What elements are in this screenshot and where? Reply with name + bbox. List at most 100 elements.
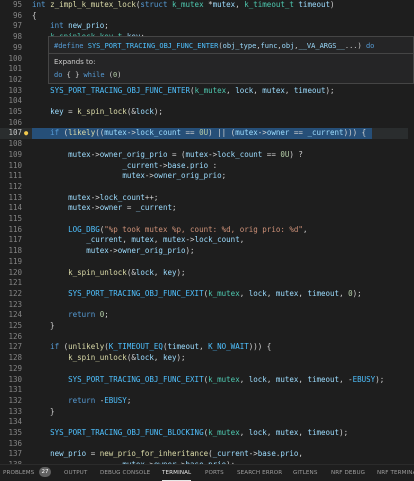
line-number: 120 xyxy=(8,267,22,277)
code-line[interactable]: 111 mutex->owner_orig_prio; xyxy=(0,171,414,182)
code-line[interactable]: 134 xyxy=(0,417,414,428)
tab-terminal[interactable]: TERMINAL xyxy=(162,468,192,481)
line-code: if (likely((mutex->lock_count == 0U) || … xyxy=(50,128,367,138)
line-code: SYS_PORT_TRACING_OBJ_FUNC_EXIT(k_mutex, … xyxy=(68,374,385,384)
line-code: } xyxy=(32,321,55,330)
line-number: 106 xyxy=(8,117,22,127)
code-line[interactable]: 136 xyxy=(0,439,414,450)
line-number: 103 xyxy=(8,85,22,95)
line-code: { xyxy=(32,10,37,20)
line-number: 102 xyxy=(8,74,22,84)
line-number: 97 xyxy=(12,21,22,31)
line-number: 100 xyxy=(8,53,22,63)
line-number: 125 xyxy=(8,321,22,330)
line-number: 108 xyxy=(8,139,22,149)
line-number: 118 xyxy=(8,246,22,256)
line-number: 127 xyxy=(8,342,22,352)
tab-ports[interactable]: PORTS xyxy=(205,468,224,478)
code-line[interactable]: 125 } xyxy=(0,321,414,332)
hover-signature: #define SYS_PORT_TRACING_OBJ_FUNC_ENTER(… xyxy=(54,42,375,50)
code-line[interactable]: 122 SYS_PORT_TRACING_OBJ_FUNC_EXIT(k_mut… xyxy=(0,289,414,300)
line-number: 96 xyxy=(12,10,22,20)
code-line[interactable]: 133 } xyxy=(0,407,414,418)
tab-nrf-debug[interactable]: NRF DEBUG xyxy=(331,468,365,478)
line-code: key = k_spin_lock(&lock); xyxy=(50,107,163,116)
code-line[interactable]: 97 int new_prio; xyxy=(0,21,414,32)
code-line[interactable]: 127 if (unlikely(K_TIMEOUT_EQ(timeout, K… xyxy=(0,342,414,353)
line-code: } xyxy=(32,406,55,416)
hover-divider xyxy=(49,53,414,54)
line-number: 128 xyxy=(8,353,22,363)
line-number: 109 xyxy=(8,149,22,159)
tab-gitlens[interactable]: GITLENS xyxy=(293,468,318,478)
tab-problems[interactable]: PROBLEMS xyxy=(3,468,34,478)
line-number: 126 xyxy=(8,331,22,341)
line-code: int new_prio; xyxy=(50,21,109,31)
code-line[interactable]: 117 _current, mutex, mutex->lock_count, xyxy=(0,235,414,246)
line-number: 136 xyxy=(8,438,22,448)
line-code: mutex->lock_count++; xyxy=(68,192,159,202)
code-line[interactable]: 126 xyxy=(0,332,414,343)
code-line[interactable]: 129 xyxy=(0,364,414,375)
code-line[interactable]: 132 return -EBUSY; xyxy=(0,396,414,407)
tab-debug-console[interactable]: DEBUG CONSOLE xyxy=(100,468,150,478)
tab-search-error[interactable]: SEARCH ERROR xyxy=(237,468,282,478)
line-code: k_spin_unlock(&lock, key); xyxy=(68,353,186,363)
hover-expansion: do { } while (0) xyxy=(54,71,122,79)
code-line[interactable]: 135 SYS_PORT_TRACING_OBJ_FUNC_BLOCKING(k… xyxy=(0,428,414,439)
code-line[interactable]: 118 mutex->owner_orig_prio); xyxy=(0,246,414,257)
line-number: 119 xyxy=(8,256,22,266)
line-number: 131 xyxy=(8,385,22,395)
code-line[interactable]: 119 xyxy=(0,257,414,268)
code-line[interactable]: 130 SYS_PORT_TRACING_OBJ_FUNC_EXIT(k_mut… xyxy=(0,375,414,386)
line-number: 133 xyxy=(8,406,22,416)
code-line[interactable]: 113 mutex->lock_count++; xyxy=(0,193,414,204)
line-code: LOG_DBG("%p took mutex %p, count: %d, or… xyxy=(68,224,308,234)
code-line[interactable]: 115 xyxy=(0,214,414,225)
line-number: 123 xyxy=(8,299,22,309)
code-line[interactable]: 106 xyxy=(0,118,414,129)
line-number: 117 xyxy=(8,235,22,245)
code-line[interactable]: 124 return 0; xyxy=(0,310,414,321)
line-number: 114 xyxy=(8,203,22,213)
code-line[interactable]: 95 int z_impl_k_mutex_lock(struct k_mutex… xyxy=(0,0,414,11)
line-code: mutex->owner = _current; xyxy=(68,203,177,213)
code-line[interactable]: 112 xyxy=(0,182,414,193)
lightbulb-icon[interactable]: ● xyxy=(24,129,31,137)
code-line[interactable]: 123 xyxy=(0,300,414,311)
line-number: 137 xyxy=(8,449,22,459)
line-number: 99 xyxy=(12,42,22,52)
line-number: 134 xyxy=(8,417,22,427)
code-line[interactable]: 108 xyxy=(0,139,414,150)
code-line[interactable]: 121 xyxy=(0,278,414,289)
line-number: 135 xyxy=(8,428,22,437)
code-line[interactable]: 114 mutex->owner = _current; xyxy=(0,203,414,214)
code-line[interactable]: 96 { xyxy=(0,11,414,22)
tab-output[interactable]: OUTPUT xyxy=(64,468,87,478)
code-line[interactable]: 131 xyxy=(0,385,414,396)
line-number: 107 xyxy=(8,128,22,138)
code-line[interactable]: 104 xyxy=(0,96,414,107)
line-number: 115 xyxy=(8,214,22,223)
hover-expands-label: Expands to: xyxy=(54,58,96,66)
tab-nrf-terminal[interactable]: NRF TERMINAL xyxy=(377,468,414,478)
line-number: 116 xyxy=(8,224,22,234)
line-number: 104 xyxy=(8,96,22,106)
code-line[interactable]: 120 k_spin_unlock(&lock, key); xyxy=(0,268,414,279)
line-code: k_spin_unlock(&lock, key); xyxy=(68,267,186,277)
line-code: SYS_PORT_TRACING_OBJ_FUNC_BLOCKING(k_mut… xyxy=(50,428,349,437)
code-line[interactable]: 103 SYS_PORT_TRACING_OBJ_FUNC_ENTER(k_mu… xyxy=(0,86,414,97)
code-line[interactable]: ● 107 if (likely((mutex->lock_count == 0U… xyxy=(0,128,414,140)
code-line[interactable]: 109 mutex->owner_orig_prio = (mutex->loc… xyxy=(0,150,414,161)
line-code: mutex->owner_orig_prio; xyxy=(122,171,227,181)
line-code: int z_impl_k_mutex_lock(struct k_mutex *… xyxy=(32,0,335,9)
code-line[interactable]: 128 k_spin_unlock(&lock, key); xyxy=(0,353,414,364)
line-number: 130 xyxy=(8,374,22,384)
line-code: return 0; xyxy=(68,310,109,320)
line-number: 132 xyxy=(8,395,22,405)
code-line[interactable]: 105 key = k_spin_lock(&lock); xyxy=(0,107,414,118)
line-code: _current, mutex, mutex->lock_count, xyxy=(86,235,245,245)
code-line[interactable]: 137 new_prio = new_prio_for_inheritance(… xyxy=(0,449,414,460)
code-line[interactable]: 110 _current->base.prio : xyxy=(0,161,414,172)
code-line[interactable]: 116 LOG_DBG("%p took mutex %p, count: %d… xyxy=(0,225,414,236)
